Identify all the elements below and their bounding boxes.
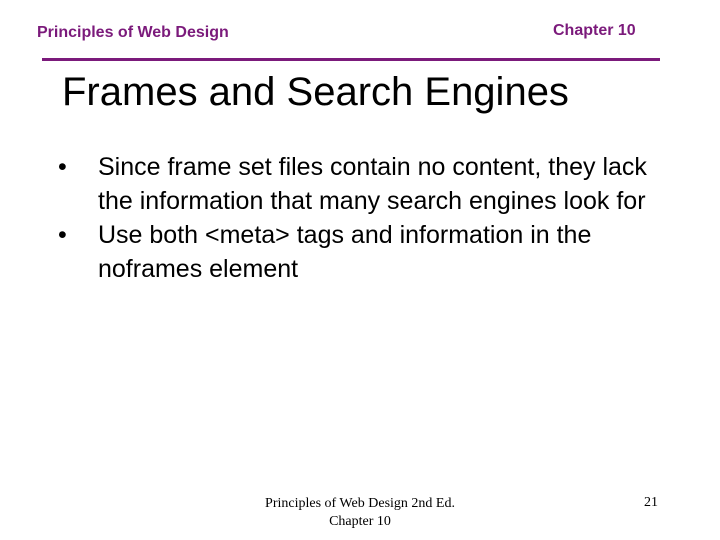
bullet-item: • Since frame set files contain no conte… (58, 150, 678, 218)
bullet-item: • Use both <meta> tags and information i… (58, 218, 678, 286)
bullet-text: Since frame set files contain no content… (98, 153, 647, 215)
header-divider (42, 58, 660, 61)
bullet-icon: • (58, 221, 67, 249)
header-course-title: Principles of Web Design (37, 24, 229, 41)
slide-title: Frames and Search Engines (62, 70, 569, 114)
footer-line-1: Principles of Web Design 2nd Ed. (265, 496, 455, 511)
bullet-text: Use both <meta> tags and information in … (98, 221, 592, 283)
footer-caption: Principles of Web Design 2nd Ed. Chapter… (240, 495, 480, 531)
page-number: 21 (644, 495, 658, 510)
bullet-icon: • (58, 153, 67, 181)
footer-line-2: Chapter 10 (329, 514, 391, 529)
header-chapter: Chapter 10 (553, 22, 636, 39)
bullet-list: • Since frame set files contain no conte… (58, 150, 678, 286)
